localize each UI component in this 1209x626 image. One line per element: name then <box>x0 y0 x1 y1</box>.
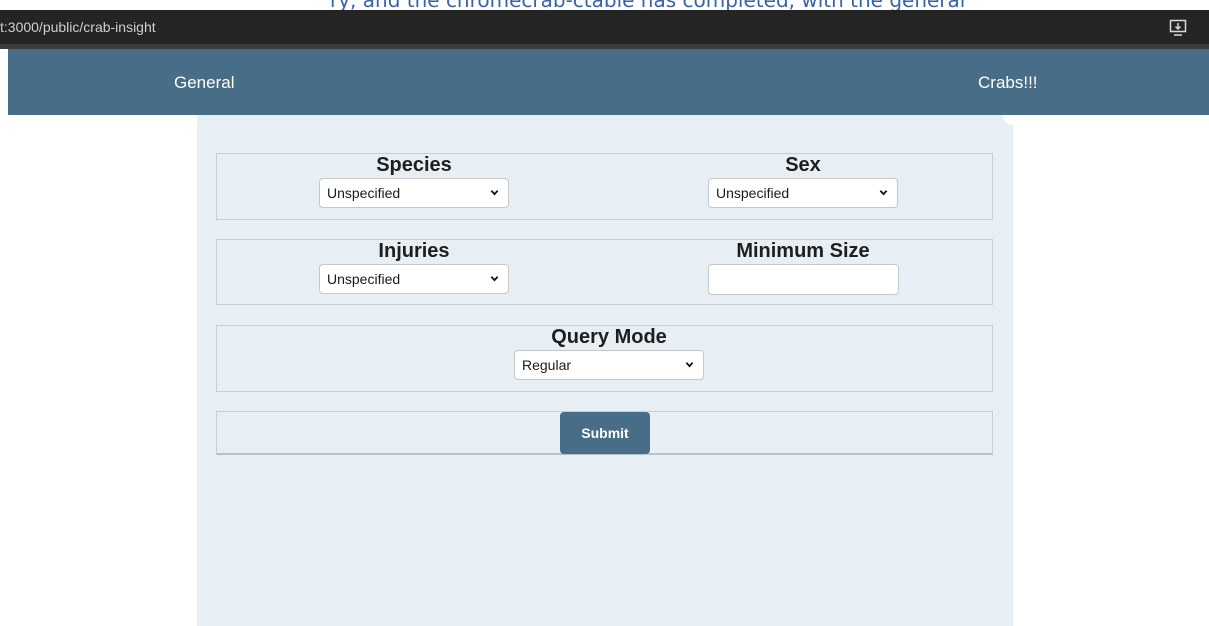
submit-group: Submit <box>216 411 993 455</box>
chevron-down-icon <box>490 190 499 196</box>
query-form-panel: Species Unspecified Sex Unspecified Inju… <box>197 115 1013 626</box>
install-app-icon[interactable] <box>1169 19 1189 37</box>
sex-select-value: Unspecified <box>716 185 790 201</box>
min-size-input[interactable] <box>707 264 899 295</box>
query-mode-field: Query Mode Regular <box>509 326 709 380</box>
injuries-size-group: Injuries Unspecified Minimum Size <box>216 239 993 305</box>
submit-button[interactable]: Submit <box>560 412 650 454</box>
sex-field: Sex Unspecified <box>703 154 903 208</box>
chevron-down-icon <box>490 276 499 282</box>
query-mode-select[interactable]: Regular <box>514 350 704 380</box>
top-clipped-text: ry, and the chromecrab-ctable has comple… <box>330 0 965 10</box>
browser-address-bar: t:3000/public/crab-insight <box>0 10 1209 44</box>
query-mode-select-value: Regular <box>522 357 572 373</box>
injuries-select[interactable]: Unspecified <box>319 264 509 294</box>
query-mode-label: Query Mode <box>551 326 667 348</box>
url-text[interactable]: t:3000/public/crab-insight <box>0 19 156 35</box>
chevron-down-icon <box>685 362 694 368</box>
injuries-select-value: Unspecified <box>327 271 401 287</box>
species-select[interactable]: Unspecified <box>319 178 509 208</box>
query-mode-group: Query Mode Regular <box>216 325 993 392</box>
nav-crabs-link[interactable]: Crabs!!! <box>978 73 1038 93</box>
min-size-label: Minimum Size <box>736 240 870 262</box>
species-field: Species Unspecified <box>314 154 514 208</box>
chevron-down-icon <box>879 190 888 196</box>
nav-general-link[interactable]: General <box>174 73 234 93</box>
sex-select[interactable]: Unspecified <box>708 178 898 208</box>
species-select-value: Unspecified <box>327 185 401 201</box>
species-label: Species <box>376 154 452 176</box>
top-page-strip: ry, and the chromecrab-ctable has comple… <box>0 0 1209 10</box>
top-navbar: General Crabs!!! <box>8 49 1209 115</box>
injuries-label: Injuries <box>378 240 450 262</box>
species-sex-group: Species Unspecified Sex Unspecified <box>216 153 993 220</box>
injuries-field: Injuries Unspecified <box>314 240 514 294</box>
min-size-field: Minimum Size <box>703 240 903 295</box>
sex-label: Sex <box>785 154 821 176</box>
